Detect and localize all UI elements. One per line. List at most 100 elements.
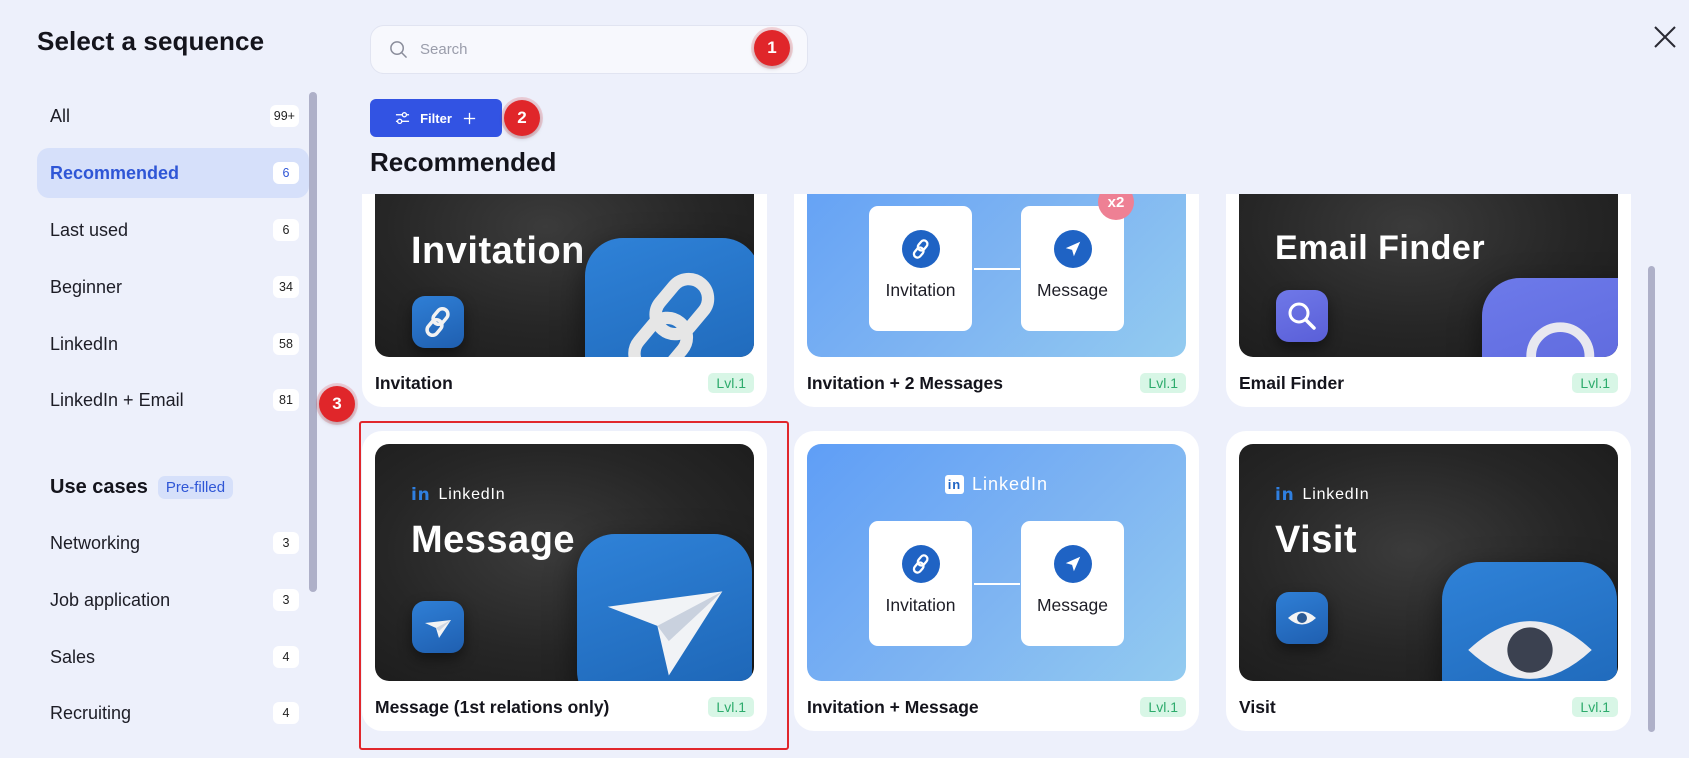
linkedin-brand-label: LinkedIn xyxy=(1302,486,1370,503)
paper-plane-icon xyxy=(425,620,451,638)
eye-app-icon xyxy=(1276,592,1328,644)
step-label: Message xyxy=(1036,595,1108,615)
linkedin-icon: in xyxy=(1275,485,1295,505)
card-thumbnail: Invitation Message x2 xyxy=(807,194,1186,357)
linkedin-brand-label: LinkedIn xyxy=(438,486,506,503)
search-input[interactable] xyxy=(420,41,760,58)
sidebar-item-last-used[interactable]: Last used 6 xyxy=(37,205,309,255)
card-thumbnail: Invitation xyxy=(375,194,754,357)
card-title: Email Finder xyxy=(1239,373,1345,393)
link-icon xyxy=(901,230,940,268)
step-message: Message xyxy=(1021,206,1124,331)
send-app-icon xyxy=(412,601,464,653)
sidebar-item-count: 99+ xyxy=(269,105,299,127)
thumbnail-title: Invitation xyxy=(411,230,585,272)
send-icon xyxy=(1053,230,1092,268)
sidebar-item-recruiting[interactable]: Recruiting 4 xyxy=(37,688,309,738)
content-scrollbar[interactable] xyxy=(1648,266,1655,732)
sidebar-item-label: LinkedIn xyxy=(50,333,119,354)
linkedin-icon: in xyxy=(411,485,431,505)
sidebar-item-count: 4 xyxy=(273,702,299,724)
step-message: Message xyxy=(1021,521,1124,646)
step-invitation: Invitation xyxy=(869,206,972,331)
step-label: Invitation xyxy=(885,595,956,615)
eye-large-icon xyxy=(1442,562,1617,681)
step-invitation: Invitation xyxy=(869,521,972,646)
annotation-marker-1: 1 xyxy=(754,30,790,66)
sidebar-item-beginner[interactable]: Beginner 34 xyxy=(37,262,309,312)
linkedin-brand: in LinkedIn xyxy=(411,485,505,505)
sidebar-item-networking[interactable]: Networking 3 xyxy=(37,518,309,568)
level-badge: Lvl.1 xyxy=(708,697,754,717)
sidebar-item-label: LinkedIn + Email xyxy=(50,389,184,410)
card-thumbnail: Email Finder xyxy=(1239,194,1618,357)
sequence-card-invitation-message[interactable]: in LinkedIn Invitation Message Invitatio… xyxy=(794,431,1199,731)
sequence-card-invitation[interactable]: Invitation Invitation Lvl.1 xyxy=(362,194,767,407)
sidebar-item-linkedin-email[interactable]: LinkedIn + Email 81 xyxy=(37,375,309,425)
card-title: Invitation + 2 Messages xyxy=(807,373,1003,393)
sidebar-item-count: 81 xyxy=(273,389,299,411)
card-thumbnail: in LinkedIn Invitation Message xyxy=(807,444,1186,681)
linkedin-icon: in xyxy=(944,475,964,494)
level-badge: Lvl.1 xyxy=(1140,373,1186,393)
sidebar-item-label: Sales xyxy=(50,646,96,667)
paper-plane-icon xyxy=(607,590,722,676)
sidebar-item-linkedin[interactable]: LinkedIn 58 xyxy=(37,319,309,369)
step-label: Invitation xyxy=(885,280,956,300)
annotation-marker-3: 3 xyxy=(319,386,355,422)
sidebar-item-recommended[interactable]: Recommended 6 xyxy=(37,148,309,198)
linkedin-brand-label: LinkedIn xyxy=(971,474,1049,494)
search-icon xyxy=(390,41,407,58)
thumbnail-title: Message xyxy=(411,519,576,561)
card-thumbnail: in LinkedIn Message xyxy=(375,444,754,681)
sidebar-item-count: 6 xyxy=(273,162,299,184)
magnifier-icon xyxy=(1288,302,1316,330)
sidebar-item-count: 3 xyxy=(273,532,299,554)
linkedin-brand: in LinkedIn xyxy=(1275,485,1369,505)
sidebar-item-job-application[interactable]: Job application 3 xyxy=(37,575,309,625)
sidebar-item-label: Recruiting xyxy=(50,702,132,723)
magnifier-large-icon xyxy=(1482,278,1618,357)
prefilled-badge: Pre-filled xyxy=(157,476,234,499)
eye-icon xyxy=(1467,620,1592,679)
sidebar-scrollbar[interactable] xyxy=(309,92,317,592)
card-title: Invitation + Message xyxy=(807,697,979,717)
level-badge: Lvl.1 xyxy=(1140,697,1186,717)
eye-icon xyxy=(1288,611,1316,625)
sequence-card-email-finder[interactable]: Email Finder Email Finder Lvl.1 xyxy=(1226,194,1631,407)
sidebar-item-label: Last used xyxy=(50,219,129,240)
level-badge: Lvl.1 xyxy=(1572,697,1618,717)
sidebar-item-count: 4 xyxy=(273,646,299,668)
section-heading: Recommended xyxy=(370,147,557,177)
filter-label: Filter xyxy=(420,110,452,126)
annotation-marker-2: 2 xyxy=(504,100,540,136)
send-large-icon xyxy=(577,534,752,681)
sidebar-item-count: 3 xyxy=(273,589,299,611)
linkedin-brand: in LinkedIn xyxy=(807,474,1186,495)
sidebar-item-label: Recommended xyxy=(50,162,180,183)
sequence-card-visit[interactable]: in LinkedIn Visit Visit Lvl.1 xyxy=(1226,431,1631,731)
filter-button[interactable]: Filter xyxy=(370,99,502,137)
sidebar-item-label: All xyxy=(50,105,71,126)
sidebar-item-count: 34 xyxy=(273,276,299,298)
sidebar-item-sales[interactable]: Sales 4 xyxy=(37,632,309,682)
sequence-card-message-1st-relations[interactable]: in LinkedIn Message Message (1st relatio… xyxy=(362,431,767,731)
link-icon xyxy=(901,545,940,583)
sidebar-item-label: Networking xyxy=(50,532,141,553)
send-icon xyxy=(1053,545,1092,583)
sequence-card-invitation-2-messages[interactable]: Invitation Message x2 Invitation + 2 Mes… xyxy=(794,194,1199,407)
sidebar-item-all[interactable]: All 99+ xyxy=(37,91,309,141)
link-icon xyxy=(627,272,714,357)
sliders-icon xyxy=(396,111,410,124)
sequence-grid: Invitation Invitation Lvl.1 Invitation M… xyxy=(362,194,1652,758)
card-title: Message (1st relations only) xyxy=(375,697,610,717)
close-icon[interactable] xyxy=(1650,22,1680,52)
step-connector xyxy=(974,583,1020,585)
use-cases-header: Use cases Pre-filled xyxy=(50,476,234,499)
use-cases-title: Use cases xyxy=(50,476,148,498)
sidebar-item-label: Beginner xyxy=(50,276,123,297)
category-sidebar: All 99+ Recommended 6 Last used 6 Beginn… xyxy=(37,0,312,758)
step-label: Message xyxy=(1036,280,1108,300)
search-box xyxy=(370,25,808,74)
magnifier-app-icon xyxy=(1276,290,1328,342)
